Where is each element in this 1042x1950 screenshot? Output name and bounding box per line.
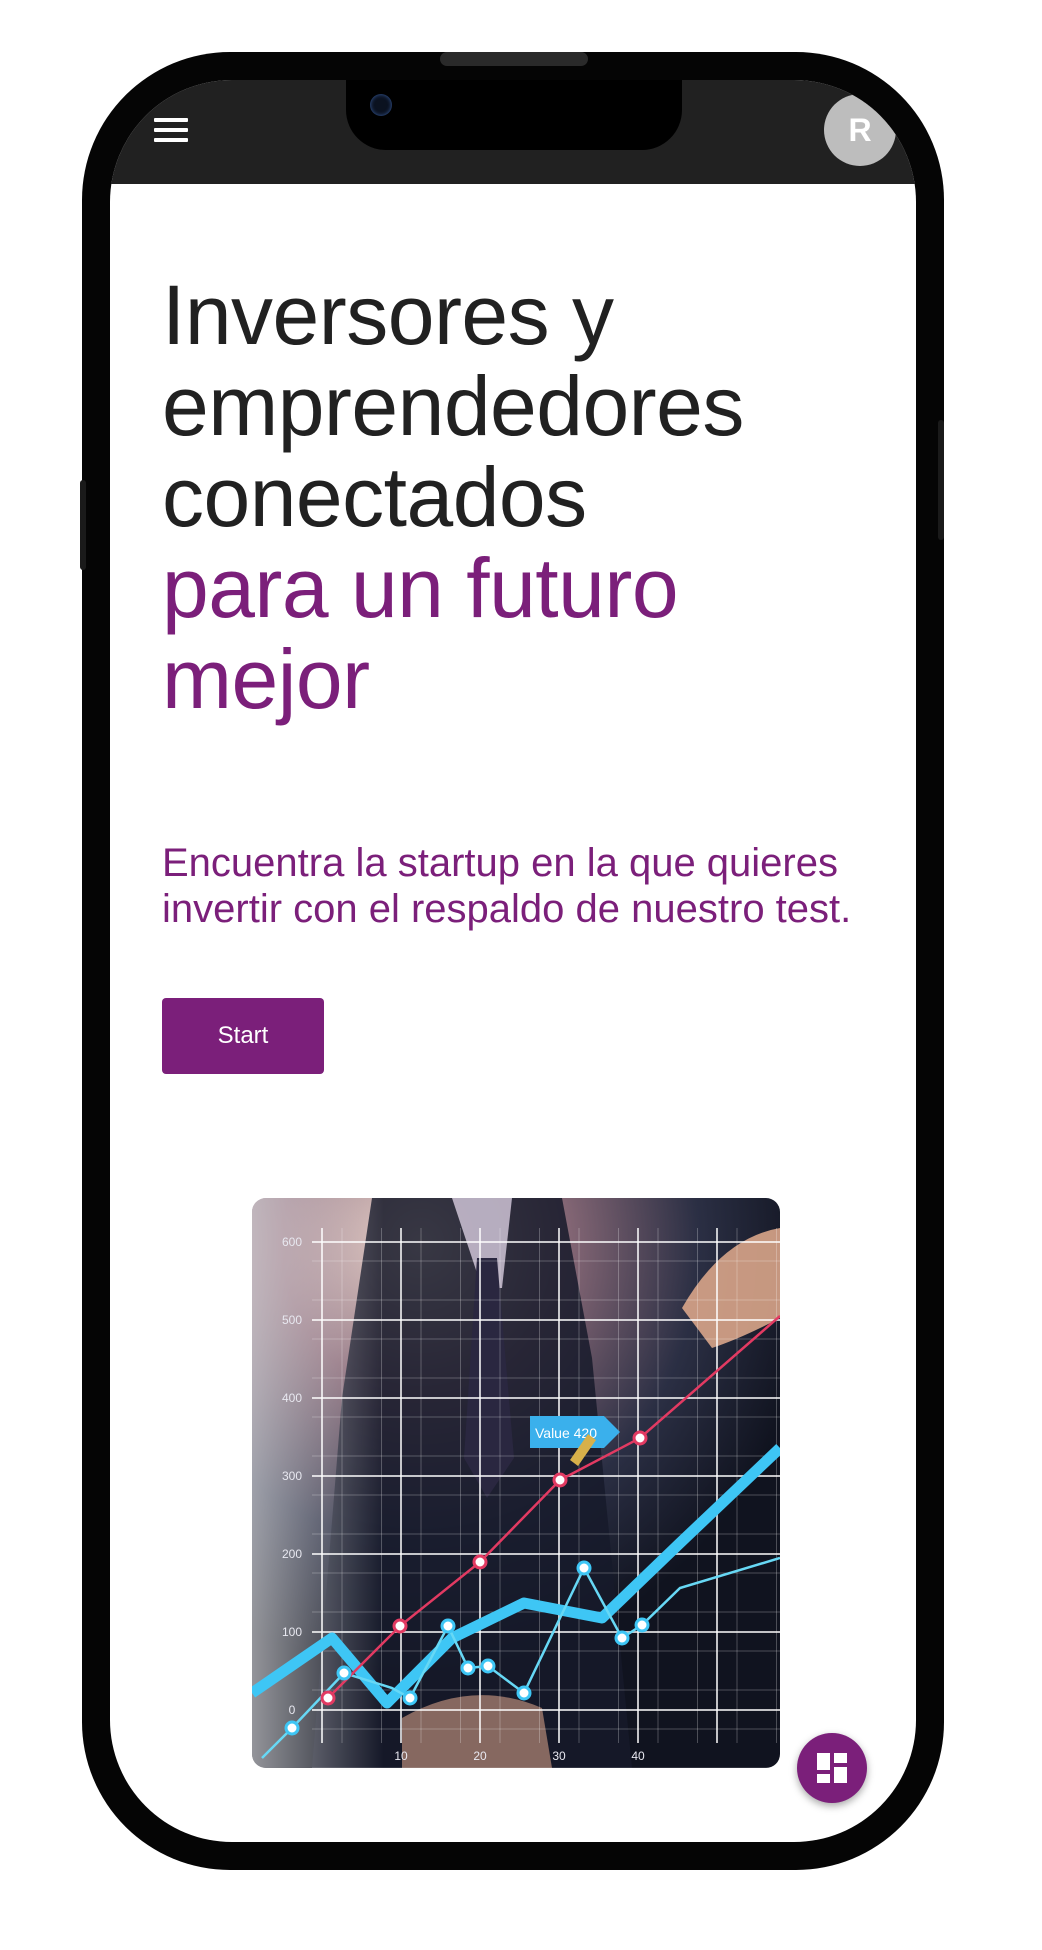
avatar[interactable]: R xyxy=(824,94,896,166)
y-tick-label: 0 xyxy=(289,1703,296,1717)
x-tick-label: 40 xyxy=(631,1749,645,1763)
y-tick-label: 100 xyxy=(282,1625,302,1639)
dashboard-fab-button[interactable] xyxy=(797,1733,867,1803)
headline-accent-line: para un futuro xyxy=(162,541,679,635)
start-button[interactable]: Start xyxy=(162,998,324,1074)
x-tick-label: 20 xyxy=(473,1749,487,1763)
headline-line: Inversores y xyxy=(162,268,614,362)
y-tick-label: 500 xyxy=(282,1313,302,1327)
page-title: Inversores y emprendedores conectados pa… xyxy=(162,270,882,725)
y-tick-label: 300 xyxy=(282,1469,302,1483)
camera-notch xyxy=(346,80,682,150)
headline-accent-line: mejor xyxy=(162,632,370,726)
value-tag: Value 420 xyxy=(530,1416,620,1448)
phone-speaker xyxy=(440,52,588,66)
x-tick-label: 10 xyxy=(394,1749,408,1763)
phone-screen: R Inversores y emprendedores conectados … xyxy=(110,80,916,1842)
hero-image: 600 500 400 300 200 100 0 10 20 30 40 Va… xyxy=(252,1198,780,1768)
hero-section: Inversores y emprendedores conectados pa… xyxy=(162,270,882,725)
dashboard-icon xyxy=(817,1753,847,1783)
x-tick-label: 30 xyxy=(552,1749,566,1763)
headline-line: emprendedores xyxy=(162,359,744,453)
business-chart-illustration: 600 500 400 300 200 100 0 10 20 30 40 Va… xyxy=(252,1198,780,1768)
headline-line: conectados xyxy=(162,450,587,544)
front-camera-icon xyxy=(370,94,392,116)
y-tick-label: 400 xyxy=(282,1391,302,1405)
phone-side-button xyxy=(938,420,944,540)
hero-subtitle: Encuentra la startup en la que quieres i… xyxy=(162,841,852,931)
y-tick-label: 600 xyxy=(282,1235,302,1249)
phone-side-button xyxy=(80,480,86,570)
menu-button[interactable] xyxy=(154,116,190,146)
y-tick-label: 200 xyxy=(282,1547,302,1561)
